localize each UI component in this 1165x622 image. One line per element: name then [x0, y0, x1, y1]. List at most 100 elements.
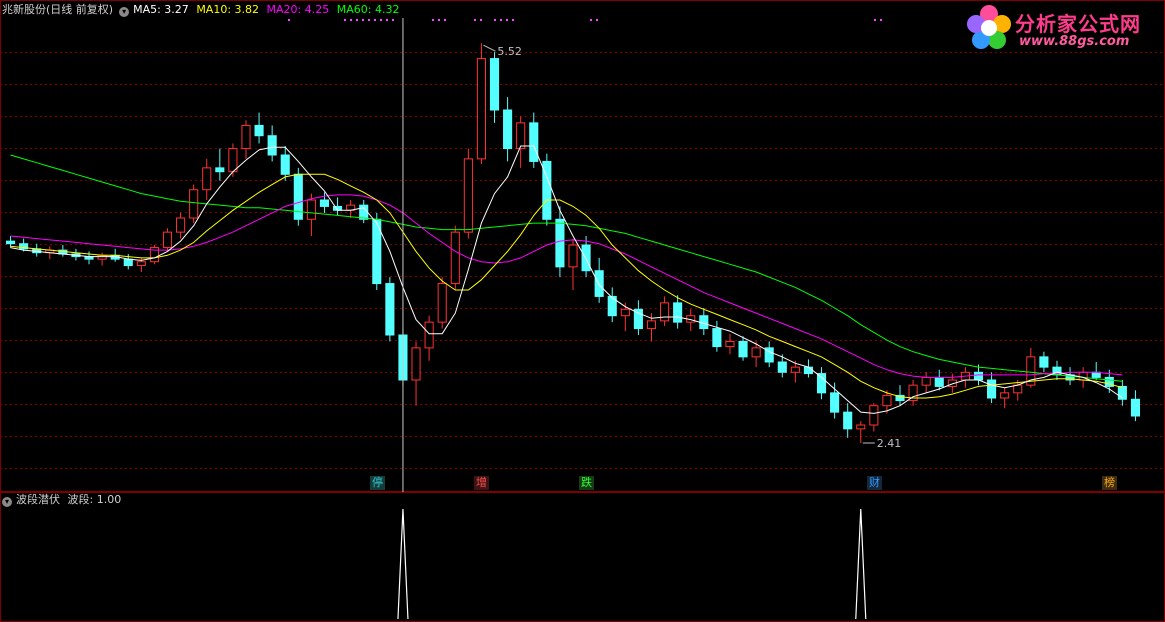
candle[interactable] — [372, 212, 382, 290]
candle-body — [503, 109, 513, 150]
candle[interactable] — [5, 236, 16, 248]
event-marker-ranking[interactable]: 榜 — [1102, 476, 1117, 490]
candle[interactable] — [32, 243, 42, 257]
candle[interactable] — [202, 158, 212, 200]
candle[interactable] — [176, 212, 186, 239]
candle[interactable] — [1052, 360, 1062, 380]
candle[interactable] — [424, 315, 434, 361]
signal-dot — [500, 19, 502, 21]
candle[interactable] — [215, 148, 225, 181]
signal-dot — [874, 19, 876, 21]
candle[interactable] — [581, 236, 591, 278]
candle[interactable] — [149, 245, 159, 265]
candle[interactable] — [542, 153, 552, 226]
candle[interactable] — [463, 148, 473, 239]
candle-body — [215, 167, 225, 173]
signal-dot — [596, 19, 598, 21]
candle-body — [568, 244, 578, 268]
candle[interactable] — [594, 257, 604, 303]
candle-body — [816, 373, 827, 394]
candle[interactable] — [280, 146, 290, 181]
candle[interactable] — [987, 372, 997, 404]
high-pointer — [483, 44, 496, 52]
candle[interactable] — [633, 300, 643, 335]
candle-body — [228, 148, 238, 173]
candle[interactable] — [803, 359, 814, 378]
indicator-name: 波段潜伏 — [16, 493, 60, 506]
candle[interactable] — [162, 228, 173, 252]
logo-url: www.88gs.com — [1019, 34, 1130, 49]
candle[interactable] — [1000, 387, 1010, 409]
candle-body — [254, 124, 264, 137]
candle[interactable] — [856, 421, 866, 443]
candle[interactable] — [738, 336, 748, 361]
candle[interactable] — [725, 333, 735, 355]
event-marker-increase[interactable]: 增 — [474, 476, 489, 490]
candle[interactable] — [411, 341, 421, 406]
candle[interactable] — [189, 184, 199, 224]
candle-body — [123, 258, 133, 267]
candle[interactable] — [254, 112, 264, 144]
candle[interactable] — [660, 296, 670, 326]
candle[interactable] — [489, 52, 500, 123]
candle[interactable] — [712, 320, 722, 352]
candle[interactable] — [869, 403, 879, 432]
candle[interactable] — [503, 97, 513, 162]
candle[interactable] — [960, 367, 970, 388]
candle[interactable] — [830, 382, 840, 419]
candle[interactable] — [529, 112, 539, 168]
signal-dot — [432, 19, 434, 21]
candle[interactable] — [908, 380, 918, 406]
candle[interactable] — [1130, 390, 1141, 422]
candle-body — [437, 283, 447, 323]
price-chart[interactable]: 5.52 2.41 — [0, 0, 1165, 492]
candle-body — [280, 154, 290, 175]
event-marker-finance[interactable]: 财 — [867, 476, 882, 490]
candle-body — [411, 347, 421, 381]
candle[interactable] — [476, 43, 486, 164]
price-panel[interactable]: 5.52 2.41 兆新股份(日线 前复权) ▾ MA5: 3.27 MA10: 3.… — [0, 0, 1165, 492]
candle[interactable] — [385, 277, 395, 342]
event-marker-suspend[interactable]: 停 — [370, 476, 385, 490]
candle-body — [555, 218, 565, 268]
chevron-down-icon[interactable]: ▾ — [119, 7, 130, 17]
candle[interactable] — [816, 367, 827, 400]
candle-body — [136, 261, 146, 267]
candle[interactable] — [437, 277, 447, 329]
candle[interactable] — [699, 308, 709, 335]
candle[interactable] — [921, 372, 931, 393]
candle[interactable] — [1117, 380, 1127, 406]
chevron-down-icon[interactable]: ▾ — [2, 497, 12, 507]
candle[interactable] — [346, 200, 356, 218]
ma20-label: MA20: 4.25 — [266, 3, 330, 16]
candle[interactable] — [516, 116, 526, 168]
event-marker-drop[interactable]: 跌 — [579, 476, 594, 490]
candle[interactable] — [764, 341, 774, 368]
signal-dot — [880, 19, 882, 21]
candle[interactable] — [293, 167, 303, 226]
candle[interactable] — [568, 238, 578, 290]
candle[interactable] — [843, 403, 853, 438]
candle-body — [1013, 384, 1023, 394]
signal-dot — [288, 19, 290, 21]
indicator-panel[interactable]: ▾ 波段潜伏 波段: 1.00 — [0, 492, 1165, 622]
candle-body — [934, 376, 944, 387]
candle-body — [176, 217, 186, 233]
wave-signal-spike — [397, 508, 409, 620]
signal-dot — [362, 19, 364, 21]
indicator-chart[interactable] — [0, 492, 1165, 622]
signal-dot — [392, 19, 394, 21]
flower-logo-icon — [967, 5, 1011, 49]
candle-body — [463, 158, 473, 233]
candle-body — [987, 379, 997, 399]
candle-body — [856, 424, 866, 430]
candle[interactable] — [450, 225, 460, 290]
candle[interactable] — [241, 120, 251, 159]
candle[interactable] — [607, 287, 617, 323]
signal-dot — [380, 19, 382, 21]
candle[interactable] — [1091, 362, 1101, 380]
candle[interactable] — [267, 125, 277, 162]
candle[interactable] — [673, 295, 683, 329]
candle[interactable] — [1039, 351, 1049, 373]
signal-dot — [444, 19, 446, 21]
